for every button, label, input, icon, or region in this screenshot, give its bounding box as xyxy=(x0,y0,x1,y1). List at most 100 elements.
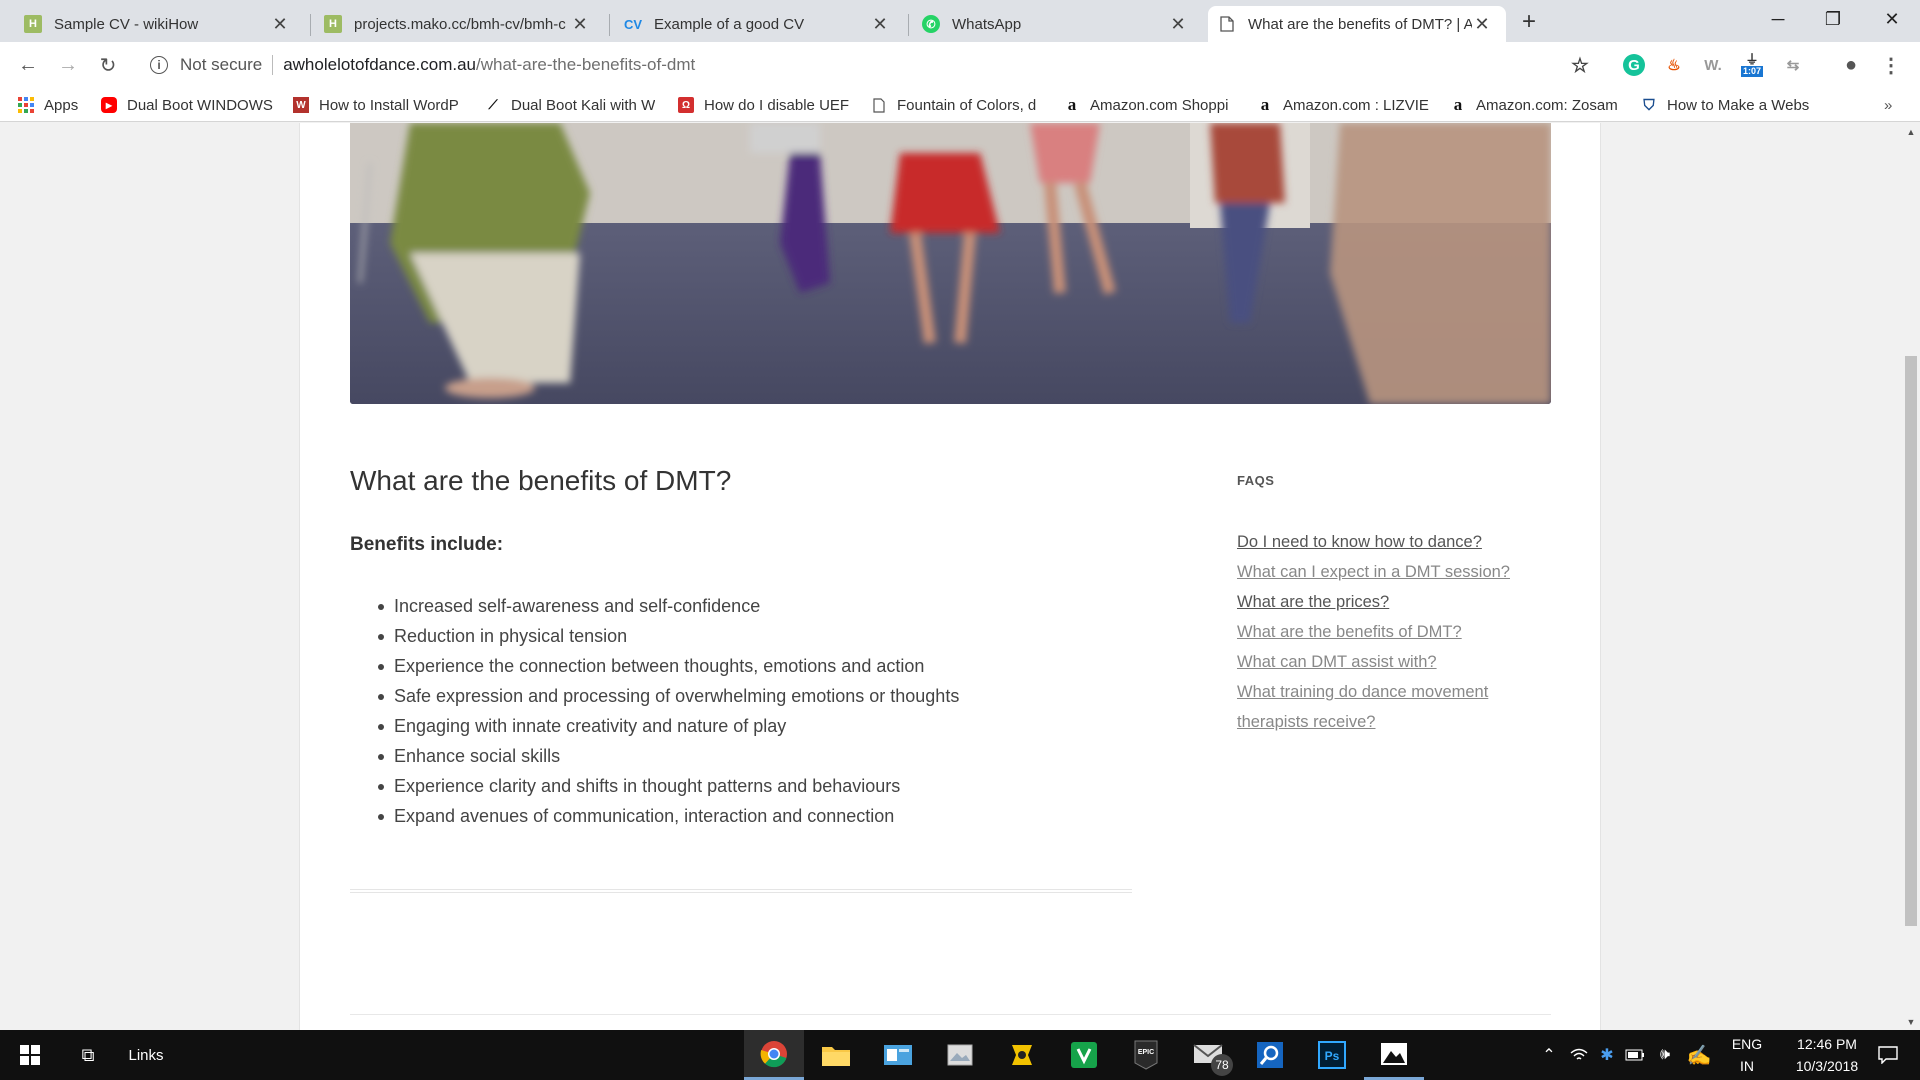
start-button[interactable] xyxy=(0,1030,60,1080)
wordtune-extension-icon[interactable]: W. xyxy=(1702,54,1724,76)
profile-avatar-icon[interactable]: ● xyxy=(1840,54,1862,76)
grammarly-icon[interactable]: G xyxy=(1623,54,1645,76)
close-window-button[interactable]: ✕ xyxy=(1860,0,1920,38)
bluetooth-icon[interactable]: ✱ xyxy=(1595,1030,1619,1080)
tab-title: Example of a good CV xyxy=(654,15,805,33)
tab-projects-mako[interactable]: H projects.mako.cc/bmh-cv/bmh-c ✕ xyxy=(314,6,604,42)
tab-example-cv[interactable]: CV Example of a good CV ✕ xyxy=(614,6,904,42)
tab-whatsapp[interactable]: ✆ WhatsApp ✕ xyxy=(912,6,1202,42)
list-item: Reduction in physical tension xyxy=(350,621,959,651)
bookmarks-overflow-icon[interactable]: » xyxy=(1884,94,1904,116)
close-icon[interactable]: ✕ xyxy=(570,14,590,35)
battery-icon[interactable] xyxy=(1621,1030,1649,1080)
windows-logo-icon xyxy=(20,1045,40,1065)
task-view-icon: ⧉ xyxy=(81,1044,95,1065)
taskbar-mail[interactable]: 78 xyxy=(1178,1030,1238,1080)
taskbar-search-app[interactable] xyxy=(1240,1030,1300,1080)
youtube-icon: ▶ xyxy=(101,97,117,113)
task-view-button[interactable]: ⧉ xyxy=(62,1030,114,1080)
close-icon[interactable]: ✕ xyxy=(270,14,290,35)
page-scrollbar[interactable]: ▲ ▼ xyxy=(1902,123,1920,1030)
page-icon xyxy=(1218,15,1236,33)
scroll-down-arrow-icon[interactable]: ▼ xyxy=(1902,1013,1920,1030)
timer-extension-icon[interactable]: ⏚ 1:07 xyxy=(1741,53,1764,77)
bookmark-apps[interactable]: Apps xyxy=(18,94,92,116)
bookmark-make-website[interactable]: ⛉ How to Make a Webs xyxy=(1641,94,1813,116)
tab-title: projects.mako.cc/bmh-cv/bmh-c xyxy=(354,15,566,33)
image-viewer-icon xyxy=(1381,1042,1407,1065)
page-title: What are the benefits of DMT? xyxy=(350,465,732,496)
faq-link-benefits[interactable]: What are the benefits of DMT? xyxy=(1237,623,1462,641)
back-button[interactable]: ← xyxy=(13,50,43,80)
flame-extension-icon[interactable]: ♨ xyxy=(1663,54,1685,76)
close-icon[interactable]: ✕ xyxy=(1168,14,1188,35)
faq-link-dance[interactable]: Do I need to know how to dance? xyxy=(1237,533,1482,551)
menu-dots-icon[interactable]: ⋮ xyxy=(1880,54,1902,77)
close-icon[interactable]: ✕ xyxy=(1472,14,1492,35)
taskbar-clock[interactable]: 12:46 PM 10/3/2018 xyxy=(1778,1030,1876,1080)
forward-arrow-icon: → xyxy=(58,53,78,76)
taskbar-photos[interactable] xyxy=(930,1030,990,1080)
tab-sample-cv[interactable]: H Sample CV - wikiHow ✕ xyxy=(14,6,304,42)
bookmark-amazon-lizvie[interactable]: a Amazon.com : LIZVIE xyxy=(1257,94,1429,116)
clock-time: 12:46 PM xyxy=(1797,1036,1857,1052)
windows-taskbar: ⧉ Links EPIC 78 Ps ⌃ ✱ 🕪 ✍ ENG IN 12:46 … xyxy=(0,1030,1920,1080)
list-item: Increased self-awareness and self-confid… xyxy=(350,591,959,621)
bookmark-star-icon[interactable]: ☆ xyxy=(1569,54,1591,77)
faq-link-training[interactable]: What training do dance movement therapis… xyxy=(1237,683,1488,731)
bookmark-dual-boot-kali[interactable]: ⟋ Dual Boot Kali with W xyxy=(485,94,657,116)
photoshop-icon: Ps xyxy=(1318,1041,1346,1069)
list-item: Safe expression and processing of overwh… xyxy=(350,681,959,711)
taskbar-photoshop[interactable]: Ps xyxy=(1302,1030,1362,1080)
bookmark-amazon-zosam[interactable]: a Amazon.com: Zosam xyxy=(1450,94,1622,116)
wifi-icon[interactable] xyxy=(1565,1030,1593,1080)
show-hidden-icons-chevron-icon[interactable]: ⌃ xyxy=(1535,1030,1563,1080)
bookmark-dual-boot-windows[interactable]: ▶ Dual Boot WINDOWS xyxy=(101,94,273,116)
address-bar[interactable]: i Not secure awholelotofdance.com.au /wh… xyxy=(136,48,1570,82)
faq-link-prices[interactable]: What are the prices? xyxy=(1237,593,1389,611)
apps-icon xyxy=(18,97,34,113)
taskbar-game[interactable] xyxy=(992,1030,1052,1080)
bookmark-amazon-shopping[interactable]: a Amazon.com Shoppi xyxy=(1064,94,1236,116)
taskbar-chrome[interactable] xyxy=(744,1030,804,1080)
close-icon[interactable]: ✕ xyxy=(870,14,890,35)
scroll-thumb[interactable] xyxy=(1905,356,1917,926)
notification-center-icon[interactable] xyxy=(1868,1030,1908,1080)
language-indicator[interactable]: ENG IN xyxy=(1718,1030,1776,1080)
taskbar-outlook[interactable] xyxy=(868,1030,928,1080)
faq-link-expect[interactable]: What can I expect in a DMT session? xyxy=(1237,563,1510,581)
game-app-icon xyxy=(1012,1045,1032,1065)
taskbar-green-app[interactable] xyxy=(1054,1030,1114,1080)
bookmark-fountain-colors[interactable]: Fountain of Colors, d xyxy=(871,94,1043,116)
hero-image xyxy=(350,123,1551,404)
folder-icon xyxy=(822,1047,850,1066)
tab-title: WhatsApp xyxy=(952,15,1022,33)
reload-icon: ↻ xyxy=(99,54,117,77)
scroll-up-arrow-icon[interactable]: ▲ xyxy=(1902,123,1920,140)
translate-extension-icon[interactable]: ⇆ xyxy=(1782,54,1804,76)
footer-divider xyxy=(350,1014,1551,1015)
restore-button[interactable]: ❐ xyxy=(1801,0,1865,38)
pen-workspace-icon[interactable]: ✍ xyxy=(1685,1030,1713,1080)
taskbar-file-explorer[interactable] xyxy=(806,1030,866,1080)
bookmark-disable-uefi[interactable]: Ω How do I disable UEF xyxy=(678,94,850,116)
info-icon[interactable]: i xyxy=(150,56,168,74)
faq-link-assist[interactable]: What can DMT assist with? xyxy=(1237,653,1437,671)
reload-button[interactable]: ↻ xyxy=(93,50,123,80)
volume-icon[interactable]: 🕪 xyxy=(1651,1030,1679,1080)
new-tab-button[interactable]: + xyxy=(1514,7,1544,37)
tab-dmt-benefits[interactable]: What are the benefits of DMT? | A ✕ xyxy=(1208,6,1506,42)
bookmark-install-wordpress[interactable]: W How to Install WordP xyxy=(293,94,465,116)
list-item: Enhance social skills xyxy=(350,741,959,771)
magnifier-app-icon xyxy=(1257,1042,1283,1068)
taskbar-epic-games[interactable]: EPIC xyxy=(1116,1030,1176,1080)
forward-button[interactable]: → xyxy=(53,50,83,80)
kali-icon: ⟋ xyxy=(488,97,498,112)
mail-icon: 78 xyxy=(1193,1041,1233,1076)
dancing-children-photo xyxy=(350,123,1551,404)
svg-text:Ps: Ps xyxy=(1325,1049,1340,1063)
taskbar-image-viewer[interactable] xyxy=(1364,1030,1424,1080)
timer-badge: 1:07 xyxy=(1741,65,1764,77)
bookmarks-bar: Apps ▶ Dual Boot WINDOWS W How to Instal… xyxy=(0,88,1920,122)
links-toolbar[interactable]: Links xyxy=(116,1030,176,1080)
